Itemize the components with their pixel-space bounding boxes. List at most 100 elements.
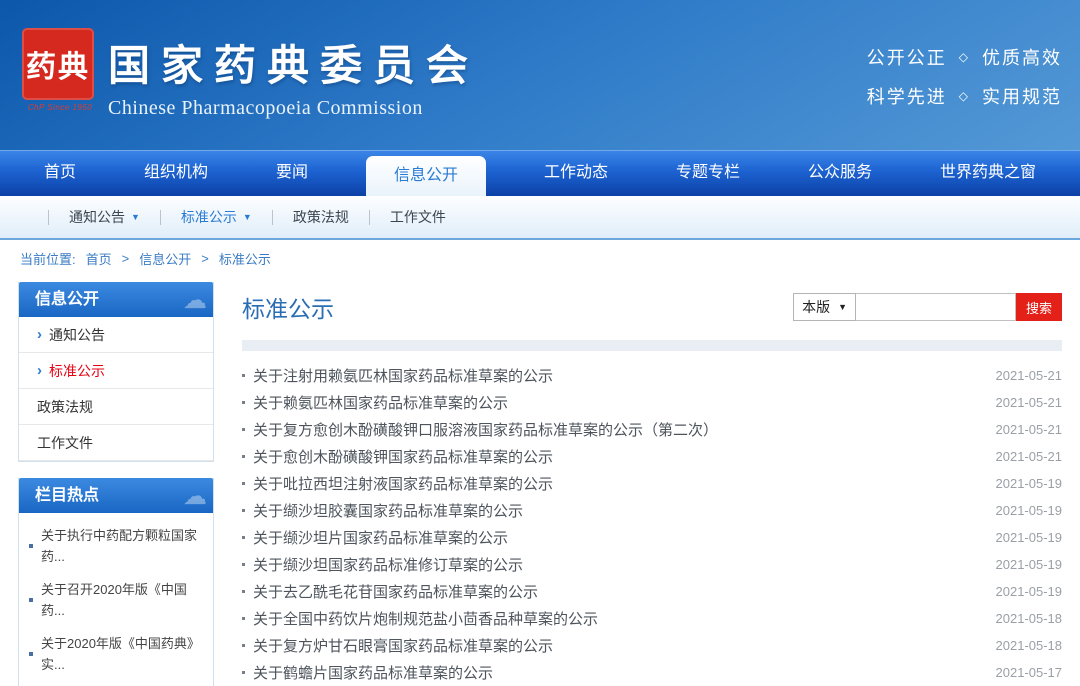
bullet-icon (29, 652, 33, 656)
announcement-link[interactable]: 关于缬沙坦胶囊国家药品标准草案的公示 (253, 500, 984, 521)
announcement-link[interactable]: 关于缬沙坦国家药品标准修订草案的公示 (253, 554, 984, 575)
nav-item[interactable]: 组织机构 (134, 150, 218, 196)
breadcrumb: 当前位置: 首页 > 信息公开 > 标准公示 (0, 240, 1080, 274)
bullet-icon (242, 374, 245, 377)
announcement-date: 2021-05-19 (996, 503, 1063, 518)
sidebar-header: 栏目热点 ☁ (19, 478, 213, 513)
nav-item-label: 首页 (44, 164, 76, 181)
announcement-date: 2021-05-18 (996, 638, 1063, 653)
bullet-icon (242, 428, 245, 431)
nav-item[interactable]: 工作动态 (534, 150, 618, 196)
announcement-link[interactable]: 关于鹤蟾片国家药品标准草案的公示 (253, 662, 984, 683)
nav-item[interactable]: 公众服务 (798, 150, 882, 196)
announcement-link[interactable]: 关于复方炉甘石眼膏国家药品标准草案的公示 (253, 635, 984, 656)
subnav-item[interactable]: 标准公示 ▼ (181, 207, 252, 227)
arrow-right-icon: › (37, 363, 42, 378)
announcement-link[interactable]: 关于去乙酰毛花苷国家药品标准草案的公示 (253, 581, 984, 602)
announcement-link[interactable]: 关于愈创木酚磺酸钾国家药品标准草案的公示 (253, 446, 984, 467)
site-header: 药典 ChP Since 1950 国家药典委员会 Chinese Pharma… (0, 0, 1080, 150)
sidebar-menu-item[interactable]: 工作文件 (19, 425, 213, 461)
section-divider (242, 340, 1062, 351)
sidebar-menu-item[interactable]: 政策法规 (19, 389, 213, 425)
subnav-separator (272, 210, 273, 225)
site-title-block: 国家药典委员会 Chinese Pharmacopoeia Commission (108, 32, 479, 120)
chevron-down-icon: ▼ (243, 212, 252, 222)
slogan-line: 公开公正 ◇ 优质高效 (867, 44, 1062, 70)
nav-item[interactable]: 首页 (34, 150, 86, 196)
subnav-item[interactable]: 政策法规 (293, 207, 349, 227)
hot-topic-item[interactable]: 关于2020年版《中国药典》实... (29, 627, 203, 681)
announcement-link[interactable]: 关于赖氨匹林国家药品标准草案的公示 (253, 392, 984, 413)
dropdown-arrow-icon: ▼ (838, 302, 847, 312)
slogan-left: 科学先进 (867, 83, 947, 109)
subnav-separator (48, 210, 49, 225)
breadcrumb-link[interactable]: 首页 (86, 249, 112, 268)
sidebar-section-info-disclosure: 信息公开 ☁ › 通知公告 › 标准公示 (18, 282, 214, 462)
subnav-item[interactable]: 工作文件 (390, 207, 446, 227)
chevron-down-icon: ▼ (131, 212, 140, 222)
breadcrumb-separator: > (201, 251, 209, 266)
breadcrumb-separator: > (122, 251, 130, 266)
page-title: 标准公示 (242, 290, 334, 324)
hot-topic-item[interactable]: 关于执行中药配方颗粒国家药... (29, 519, 203, 573)
nav-item-label: 世界药典之窗 (940, 164, 1036, 181)
nav-item-label: 工作动态 (544, 164, 608, 181)
bullet-icon (242, 671, 245, 674)
slogan-right: 优质高效 (982, 44, 1062, 70)
sidebar: 信息公开 ☁ › 通知公告 › 标准公示 (18, 282, 214, 686)
hot-topic-item[interactable]: 关于召开2020年版《中国药... (29, 573, 203, 627)
announcement-row: 关于缬沙坦胶囊国家药品标准草案的公示 2021-05-19 (242, 497, 1062, 524)
bullet-icon (29, 598, 33, 602)
bullet-icon (242, 482, 245, 485)
search-button[interactable]: 搜索 (1016, 293, 1062, 321)
main-panel: 标准公示 本版 ▼ 搜索 关于注射用赖氨匹林国家药品标准草案的公示 202 (242, 282, 1062, 686)
nav-item[interactable]: 专题专栏 (666, 150, 750, 196)
sidebar-menu-item[interactable]: › 通知公告 (19, 317, 213, 353)
sidebar-header-title: 信息公开 (35, 291, 99, 308)
cloud-decoration-icon: ☁ (183, 479, 207, 513)
search-scope-value: 本版 (802, 297, 830, 317)
subnav-item-label: 标准公示 (181, 207, 237, 227)
breadcrumb-label: 当前位置: (20, 249, 76, 268)
seal-caption: ChP Since 1950 (22, 103, 98, 112)
announcement-date: 2021-05-21 (996, 449, 1063, 464)
nav-item[interactable]: 世界药典之窗 (930, 150, 1046, 196)
announcement-link[interactable]: 关于缬沙坦片国家药品标准草案的公示 (253, 527, 984, 548)
cloud-decoration-icon: ☁ (183, 283, 207, 317)
breadcrumb-link[interactable]: 标准公示 (219, 249, 271, 268)
sidebar-menu-item[interactable]: › 标准公示 (19, 353, 213, 389)
announcement-row: 关于复方炉甘石眼膏国家药品标准草案的公示 2021-05-18 (242, 632, 1062, 659)
sidebar-section-hot-topics: 栏目热点 ☁ 关于执行中药配方颗粒国家药... 关于召开2020年版《中国药..… (18, 478, 214, 686)
arrow-right-icon: › (37, 327, 42, 342)
site-logo[interactable]: 药典 ChP Since 1950 (22, 28, 98, 112)
page: 药典 ChP Since 1950 国家药典委员会 Chinese Pharma… (0, 0, 1080, 686)
nav-item[interactable]: 信息公开 (366, 156, 486, 196)
search-bar: 本版 ▼ 搜索 (793, 293, 1062, 321)
slogan-left: 公开公正 (867, 44, 947, 70)
announcement-link[interactable]: 关于注射用赖氨匹林国家药品标准草案的公示 (253, 365, 984, 386)
bullet-icon (242, 617, 245, 620)
announcement-row: 关于全国中药饮片炮制规范盐小茴香品种草案的公示 2021-05-18 (242, 605, 1062, 632)
announcement-link[interactable]: 关于吡拉西坦注射液国家药品标准草案的公示 (253, 473, 984, 494)
nav-item[interactable]: 要闻 (266, 150, 318, 196)
announcement-date: 2021-05-18 (996, 611, 1063, 626)
announcement-date: 2021-05-19 (996, 584, 1063, 599)
subnav-separator (369, 210, 370, 225)
hot-topic-label: 关于2020年版《中国药典》实... (41, 633, 203, 675)
search-scope-select[interactable]: 本版 ▼ (793, 293, 856, 321)
hot-topic-item[interactable]: 关于中药配方颗粒国家药品标... (29, 681, 203, 686)
subnav-item[interactable]: 通知公告 ▼ (69, 207, 140, 227)
main-head: 标准公示 本版 ▼ 搜索 (242, 282, 1062, 324)
hot-topic-list: 关于执行中药配方颗粒国家药... 关于召开2020年版《中国药... 关于202… (19, 513, 213, 686)
bullet-icon (242, 509, 245, 512)
bullet-icon (242, 455, 245, 458)
nav-item-label: 公众服务 (808, 164, 872, 181)
search-input[interactable] (856, 293, 1016, 321)
breadcrumb-link[interactable]: 信息公开 (139, 249, 191, 268)
site-title: 国家药典委员会 (108, 32, 479, 93)
announcement-link[interactable]: 关于复方愈创木酚磺酸钾口服溶液国家药品标准草案的公示（第二次） (253, 419, 984, 440)
announcement-link[interactable]: 关于全国中药饮片炮制规范盐小茴香品种草案的公示 (253, 608, 984, 629)
hot-topic-label: 关于执行中药配方颗粒国家药... (41, 525, 203, 567)
bullet-icon (242, 536, 245, 539)
announcement-row: 关于去乙酰毛花苷国家药品标准草案的公示 2021-05-19 (242, 578, 1062, 605)
